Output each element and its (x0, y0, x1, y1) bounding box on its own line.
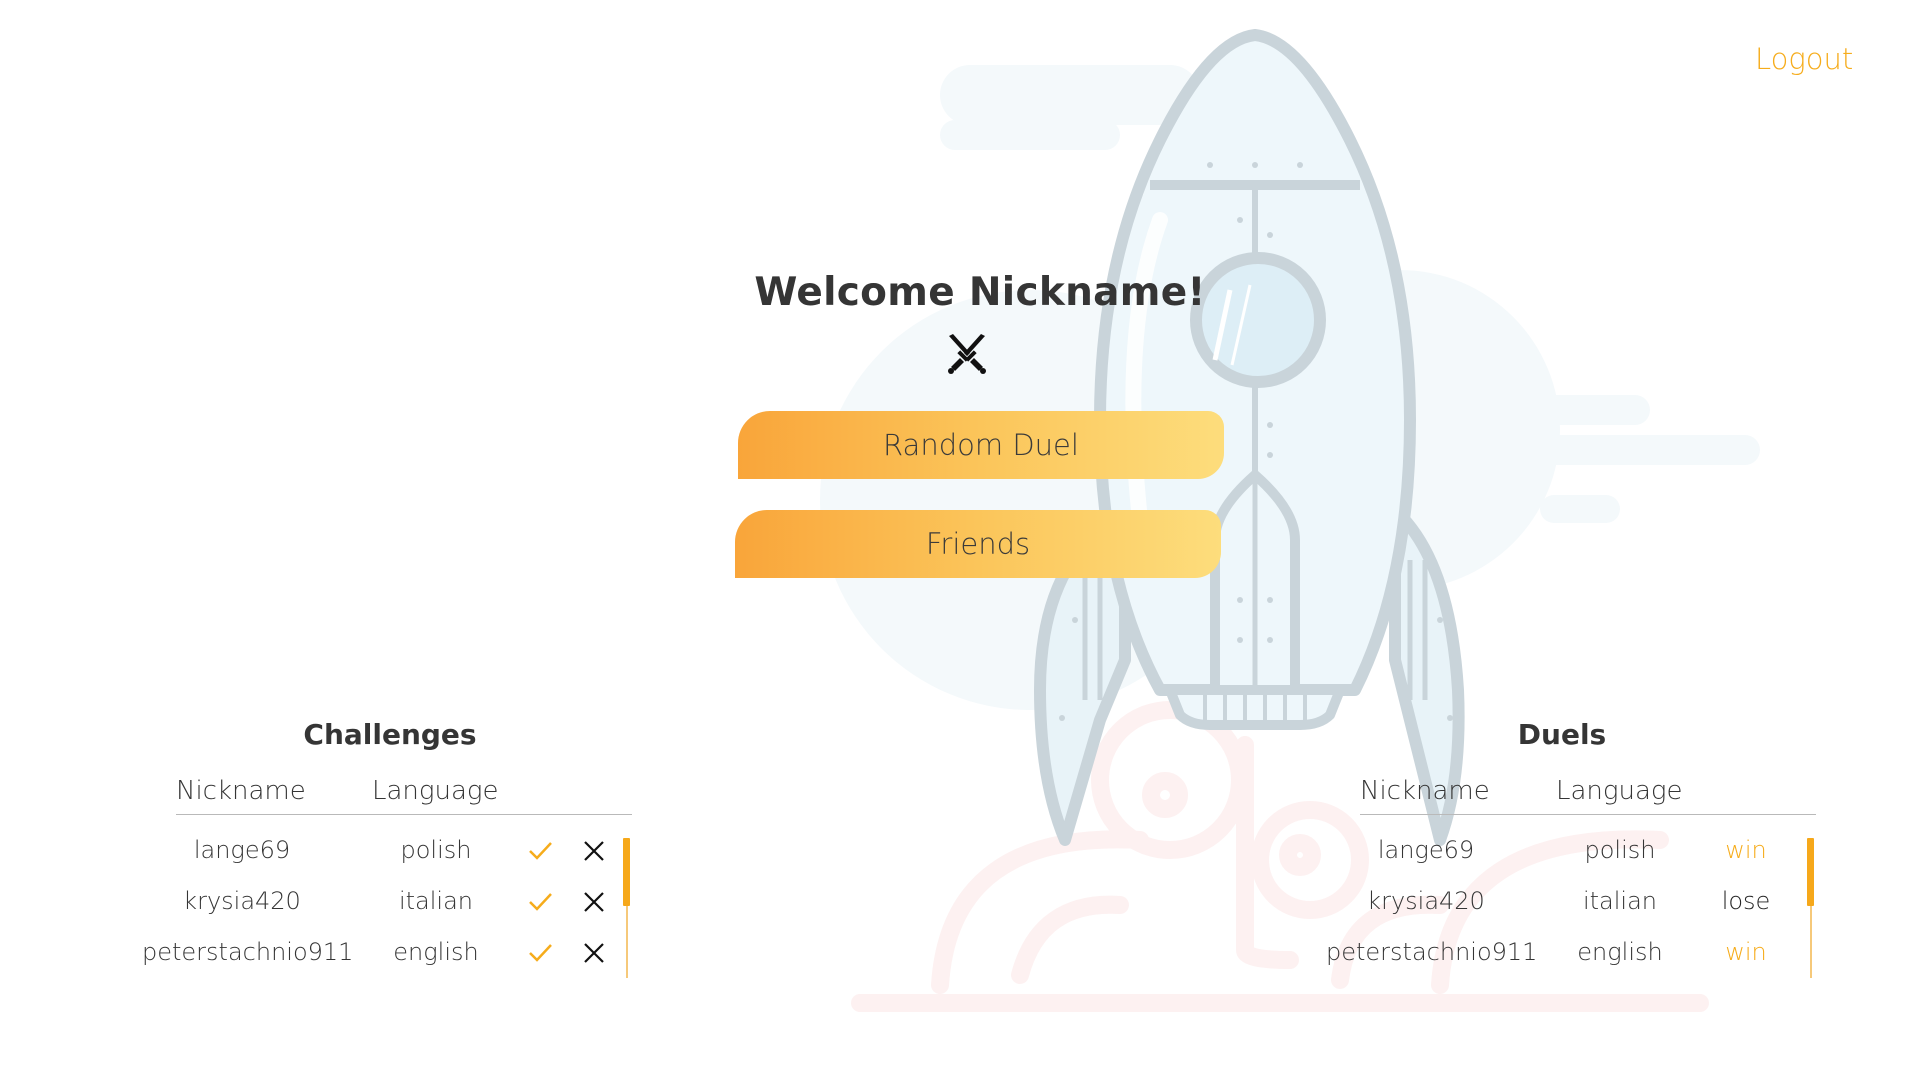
challenge-nickname: lange69 (193, 836, 291, 864)
duels-col-nickname: Nickname (1360, 776, 1490, 806)
welcome-heading: Welcome Nickname! (754, 270, 1206, 315)
duel-lobby-page: Logout Welcome Nickname! Random Duel Fri… (0, 0, 1920, 1080)
accept-check-icon[interactable] (527, 889, 553, 915)
crossed-swords-icon (948, 334, 986, 374)
challenge-nickname: peterstachnio911 (142, 938, 354, 966)
challenges-col-nickname: Nickname (176, 776, 306, 806)
duel-result: lose (1721, 887, 1771, 915)
duel-nickname: krysia420 (1367, 887, 1485, 915)
duels-title: Duels (1517, 718, 1607, 751)
friends-button[interactable]: Friends (735, 510, 1221, 578)
duel-nickname: peterstachnio911 (1326, 938, 1538, 966)
challenge-nickname: krysia420 (183, 887, 301, 915)
challenge-language: italian (398, 887, 474, 915)
challenge-language: polish (400, 836, 472, 864)
random-duel-button[interactable]: Random Duel (738, 411, 1224, 479)
friends-label: Friends (925, 527, 1031, 561)
challenge-language: english (393, 938, 479, 966)
duels-scrollbar-thumb[interactable] (1807, 838, 1814, 906)
duel-result: win (1725, 938, 1767, 966)
accept-check-icon[interactable] (527, 940, 553, 966)
challenges-scrollbar-thumb[interactable] (623, 838, 630, 906)
challenges-divider (176, 814, 632, 815)
random-duel-label: Random Duel (883, 428, 1079, 462)
challenges-title: Challenges (303, 718, 477, 751)
decline-x-icon[interactable] (581, 889, 607, 915)
duel-result: win (1725, 836, 1767, 864)
decline-x-icon[interactable] (581, 838, 607, 864)
logout-link[interactable]: Logout (1755, 42, 1853, 76)
challenges-col-language: Language (372, 776, 499, 806)
duels-col-language: Language (1556, 776, 1683, 806)
decline-x-icon[interactable] (581, 940, 607, 966)
duel-nickname: lange69 (1377, 836, 1475, 864)
accept-check-icon[interactable] (527, 838, 553, 864)
duels-divider (1360, 814, 1816, 815)
